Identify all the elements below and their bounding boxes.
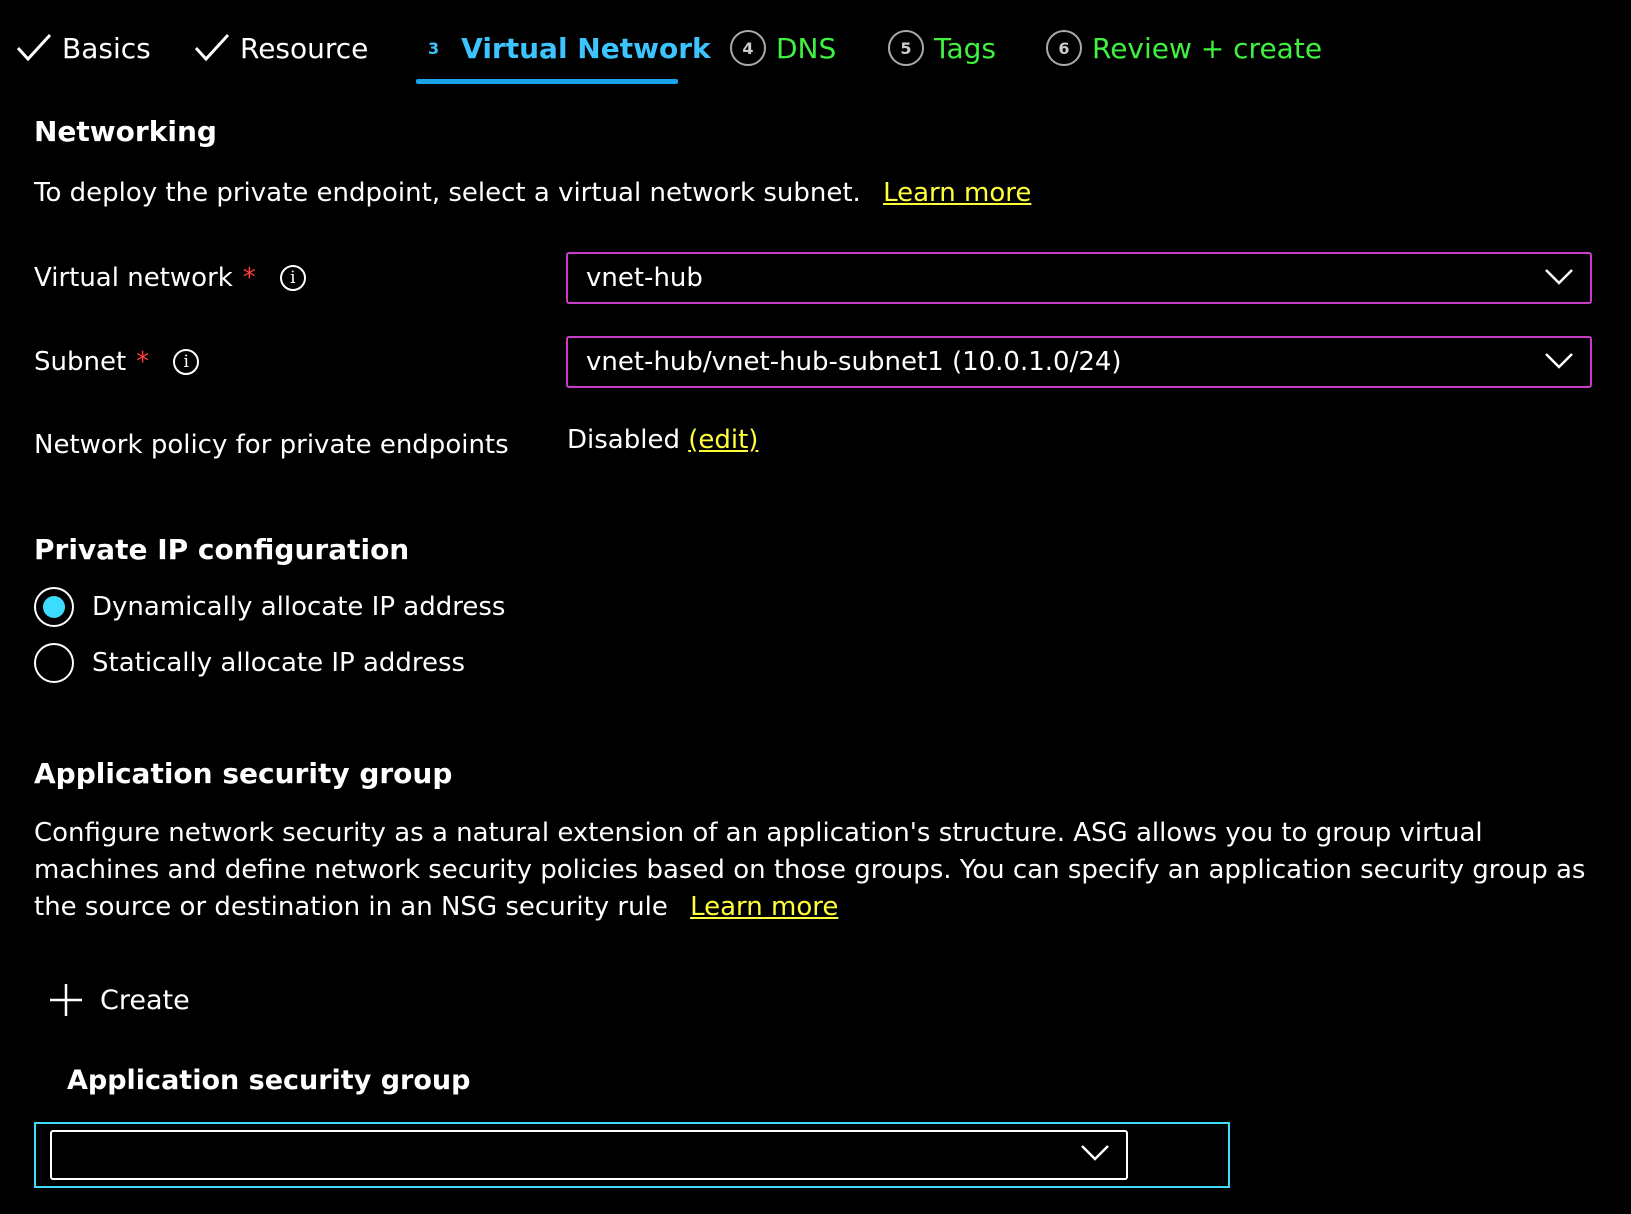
checkmark-icon — [16, 33, 52, 63]
networking-heading: Networking — [34, 115, 217, 148]
tab-basics[interactable]: Basics — [16, 24, 151, 72]
policy-status: Disabled — [567, 425, 680, 455]
tab-virtual-network[interactable]: 3 Virtual Network — [428, 24, 711, 72]
required-marker: * — [136, 347, 150, 377]
tab-label: Virtual Network — [461, 31, 711, 65]
asg-column-header: Application security group — [67, 1065, 471, 1096]
info-icon[interactable]: i — [279, 265, 306, 291]
tab-resource[interactable]: Resource — [194, 24, 368, 72]
active-tab-indicator — [416, 79, 678, 84]
asg-description: Configure network security as a natural … — [34, 815, 1594, 926]
step-number: 3 — [428, 38, 440, 58]
virtual-network-label: Virtual network * i — [34, 263, 306, 293]
create-asg-button[interactable]: Create — [50, 984, 190, 1016]
networking-description: To deploy the private endpoint, select a… — [34, 178, 1031, 208]
info-icon[interactable]: i — [173, 349, 200, 375]
step-number-badge: 4 — [730, 30, 766, 66]
radio-dynamic-ip[interactable]: Dynamically allocate IP address — [34, 587, 505, 627]
plus-icon — [50, 984, 82, 1016]
tab-label: Review + create — [1092, 31, 1323, 65]
learn-more-link[interactable]: Learn more — [883, 178, 1031, 208]
tab-label: Tags — [934, 31, 996, 65]
description-text: To deploy the private endpoint, select a… — [34, 178, 861, 208]
tab-dns[interactable]: 4 DNS — [730, 24, 836, 72]
radio-static-ip[interactable]: Statically allocate IP address — [34, 643, 465, 683]
private-ip-heading: Private IP configuration — [34, 533, 410, 566]
tab-label: Basics — [62, 31, 151, 65]
dropdown-value: vnet-hub/vnet-hub-subnet1 (10.0.1.0/24) — [586, 347, 1122, 377]
chevron-down-icon — [1080, 1144, 1110, 1166]
radio-label: Dynamically allocate IP address — [92, 592, 506, 622]
step-number-badge: 5 — [888, 30, 924, 66]
tab-label: Resource — [240, 31, 369, 65]
network-policy-label: Network policy for private endpoints — [34, 430, 509, 460]
field-label-text: Subnet — [34, 347, 127, 377]
network-policy-value: Disabled (edit) — [567, 425, 758, 455]
subnet-label: Subnet * i — [34, 347, 200, 377]
field-label-text: Virtual network — [34, 263, 233, 293]
asg-heading: Application security group — [34, 757, 453, 790]
tab-label: DNS — [776, 31, 837, 65]
radio-label: Statically allocate IP address — [92, 648, 466, 678]
virtual-network-dropdown[interactable]: vnet-hub — [566, 252, 1592, 304]
radio-button-selected[interactable] — [34, 587, 74, 627]
tab-tags[interactable]: 5 Tags — [888, 24, 996, 72]
radio-button[interactable] — [34, 643, 74, 683]
chevron-down-icon — [1544, 347, 1574, 377]
required-marker: * — [242, 263, 256, 293]
edit-policy-link[interactable]: (edit) — [688, 425, 758, 455]
learn-more-link[interactable]: Learn more — [690, 892, 838, 922]
asg-dropdown[interactable] — [50, 1130, 1128, 1180]
dropdown-value: vnet-hub — [586, 263, 703, 293]
tab-review-create[interactable]: 6 Review + create — [1046, 24, 1322, 72]
chevron-down-icon — [1544, 263, 1574, 293]
checkmark-icon — [194, 33, 230, 63]
step-number-badge: 6 — [1046, 30, 1082, 66]
create-label: Create — [100, 984, 190, 1016]
subnet-dropdown[interactable]: vnet-hub/vnet-hub-subnet1 (10.0.1.0/24) — [566, 336, 1592, 388]
